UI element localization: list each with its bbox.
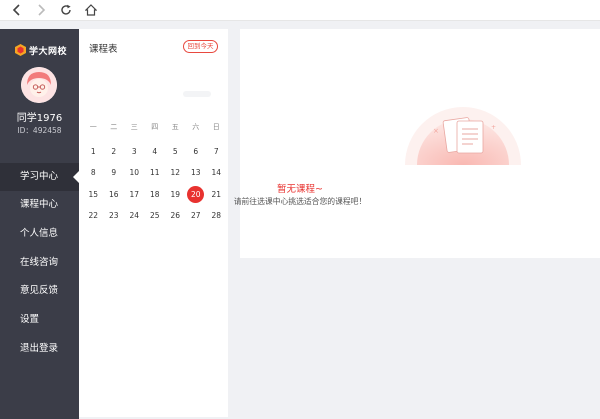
calendar-day[interactable]: 10 <box>126 164 143 181</box>
calendar-day[interactable]: 27 <box>187 207 204 224</box>
weekday-label: 一 <box>89 123 97 131</box>
calendar-day[interactable]: 23 <box>105 207 122 224</box>
sidebar-item-settings[interactable]: 设置 <box>0 306 79 334</box>
calendar-day[interactable]: 12 <box>167 164 184 181</box>
forward-button[interactable] <box>33 2 49 18</box>
empty-state-title: 暂无课程~ <box>277 184 323 195</box>
home-button[interactable] <box>83 2 99 18</box>
calendar-grid: 一二三四五六日 1 2 3 4 5 6 7 8 9 10 11 12 13 14 15 16 17 18 19 20 21… <box>83 121 226 229</box>
svg-text:+: + <box>491 124 496 131</box>
main-content: × + <box>240 29 600 258</box>
calendar-day[interactable]: 13 <box>187 164 204 181</box>
month-switcher[interactable] <box>183 91 211 97</box>
calendar-day[interactable]: 14 <box>208 164 225 181</box>
sidebar-item-label: 个人信息 <box>20 228 59 239</box>
back-button[interactable] <box>9 2 25 18</box>
calendar-day[interactable]: 8 <box>85 164 102 181</box>
calendar-day[interactable]: 22 <box>85 207 102 224</box>
calendar-day[interactable]: 26 <box>167 207 184 224</box>
logo-icon <box>15 44 26 56</box>
schedule-panel: 课程表 回到今天 一二三四五六日 1 2 3 4 5 6 7 8 9 10 11 12 13 14 15 16 1… <box>79 29 228 417</box>
sidebar-item-online-consult[interactable]: 在线咨询 <box>0 249 79 277</box>
home-icon <box>85 4 97 16</box>
sidebar-item-personal-info[interactable]: 个人信息 <box>0 220 79 248</box>
calendar-day[interactable]: 3 <box>126 143 143 160</box>
schedule-title: 课程表 <box>89 44 118 55</box>
calendar-day[interactable]: 5 <box>167 143 184 160</box>
sidebar-item-logout[interactable]: 退出登录 <box>0 335 79 363</box>
sidebar-item-feedback[interactable]: 意见反馈 <box>0 277 79 305</box>
sidebar: 学大网校 同学1976 ID：492458 学习中心 课程中心 个人信息 在线咨… <box>0 29 79 419</box>
calendar-day[interactable]: 24 <box>126 207 143 224</box>
logo-text: 学大网校 <box>29 46 68 57</box>
svg-text:×: × <box>433 127 439 135</box>
username: 同学1976 <box>16 113 63 124</box>
calendar-day[interactable]: 25 <box>146 207 163 224</box>
calendar-day[interactable]: 9 <box>105 164 122 181</box>
user-id: ID：492458 <box>17 126 62 135</box>
chevron-right-icon <box>38 4 46 16</box>
chevron-left-icon <box>12 4 20 16</box>
sidebar-item-label: 在线咨询 <box>20 257 59 268</box>
sidebar-item-label: 退出登录 <box>20 343 59 354</box>
avatar[interactable] <box>21 67 57 103</box>
calendar-day[interactable]: 1 <box>85 143 102 160</box>
weekday-label: 二 <box>110 123 118 131</box>
calendar-day[interactable]: 4 <box>146 143 163 160</box>
calendar-day[interactable]: 6 <box>187 143 204 160</box>
weekday-label: 四 <box>151 123 159 131</box>
weekday-label: 五 <box>171 123 179 131</box>
reload-icon <box>61 4 71 15</box>
sidebar-item-label: 设置 <box>20 314 40 325</box>
reload-button[interactable] <box>58 2 74 18</box>
calendar-day[interactable]: 11 <box>146 164 163 181</box>
calendar-day[interactable]: 7 <box>208 143 225 160</box>
browser-toolbar <box>0 0 600 21</box>
calendar-day[interactable]: 28 <box>208 207 225 224</box>
avatar-icon <box>21 67 57 103</box>
weekday-label: 日 <box>212 123 220 131</box>
empty-state-subtitle: 请前往选课中心挑选适合您的课程吧！ <box>233 197 367 206</box>
calendar-day[interactable]: 2 <box>105 143 122 160</box>
weekday-label: 六 <box>192 123 200 131</box>
sidebar-item-label: 意见反馈 <box>20 285 59 296</box>
logo: 学大网校 <box>15 43 67 57</box>
back-to-today-button[interactable]: 回到今天 <box>183 40 218 53</box>
empty-courses-illustration: × + <box>405 107 521 165</box>
weekday-label: 三 <box>130 123 138 131</box>
